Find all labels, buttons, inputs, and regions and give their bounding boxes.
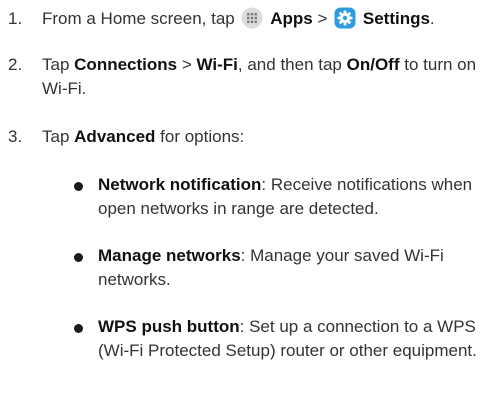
apps-grid-icon [241,7,263,29]
bullet-dot [74,253,83,262]
wifi-label: Wi-Fi [196,55,238,74]
bullet-text: Manage networks: Manage your saved Wi-Fi… [98,246,444,289]
bullet-term: Network notification [98,175,262,194]
bullet-dot [74,182,83,191]
bullet-text: Network notification: Receive notificati… [98,175,473,218]
step-text: Tap Connections > Wi-Fi, and then tap On… [42,55,477,98]
step-text: Tap Advanced for options: [42,127,245,146]
settings-label: Settings [362,9,430,28]
bullet-text: WPS push button: Set up a connection to … [98,317,477,360]
bullet-term: Manage networks [98,246,241,265]
step-number: 1. [8,9,23,28]
apps-label: Apps [270,9,313,28]
onoff-label: On/Off [346,55,400,74]
step-text: From a Home screen, tap Apps > Settings. [42,7,435,29]
connections-label: Connections [74,55,178,74]
advanced-label: Advanced [74,127,156,146]
step-number: 2. [8,55,23,74]
step-number: 3. [8,127,23,146]
bullet-dot [74,324,83,333]
settings-gear-icon [334,7,356,29]
bullet-term: WPS push button [98,317,240,336]
